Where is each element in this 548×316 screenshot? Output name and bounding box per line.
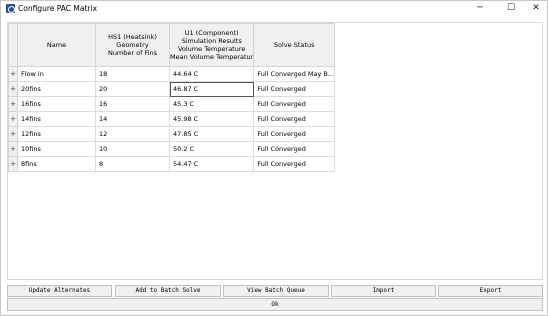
- column-header-name[interactable]: Name: [17, 23, 96, 67]
- cell-solve-status[interactable]: Full Converged: [253, 156, 336, 172]
- column-header-solve-status[interactable]: Solve Status: [253, 23, 336, 67]
- pac-matrix-table: Name HS1 (Heatsink) Geometry Number of F…: [8, 23, 336, 172]
- table-row[interactable]: + 10fins 10 50.2 C Full Converged: [8, 141, 336, 157]
- cell-number-of-fins[interactable]: 10: [95, 141, 170, 157]
- expand-row-icon[interactable]: +: [8, 141, 18, 157]
- hs1-header-line: Geometry: [116, 41, 149, 49]
- cell-volume-temperature[interactable]: 45.3 C: [168, 96, 255, 112]
- cell-solve-status[interactable]: Full Converged May B...: [253, 66, 336, 82]
- close-icon[interactable]: ✕: [523, 1, 548, 16]
- cell-name[interactable]: Flow in: [17, 66, 96, 82]
- cell-solve-status[interactable]: Full Converged: [253, 96, 336, 112]
- u1-header-line: Mean Volume Temperatur: [170, 53, 254, 61]
- action-button-bar: Update Alternates Add to Batch Solve Vie…: [7, 285, 543, 297]
- expand-row-icon[interactable]: +: [8, 156, 18, 172]
- hs1-header-line: Number of Fins: [107, 49, 158, 57]
- table-row[interactable]: + 16fins 16 45.3 C Full Converged: [8, 96, 336, 112]
- cell-name[interactable]: 12fins: [17, 126, 96, 142]
- window-title: Configure PAC Matrix: [18, 4, 98, 13]
- cell-number-of-fins[interactable]: 16: [95, 96, 170, 112]
- add-to-batch-solve-button[interactable]: Add to Batch Solve: [115, 285, 221, 297]
- cell-volume-temperature-selected[interactable]: 46.87 C: [168, 81, 255, 97]
- expand-row-icon[interactable]: +: [8, 111, 18, 127]
- cell-number-of-fins[interactable]: 8: [95, 156, 170, 172]
- cell-volume-temperature[interactable]: 54.47 C: [168, 156, 255, 172]
- u1-header-line: Simulation Results: [181, 37, 242, 45]
- title-bar: Configure PAC Matrix ─ ☐ ✕: [1, 1, 547, 17]
- cell-name[interactable]: 14fins: [17, 111, 96, 127]
- cell-name[interactable]: 20fins: [17, 81, 96, 97]
- cell-solve-status[interactable]: Full Converged: [253, 81, 336, 97]
- maximize-icon[interactable]: ☐: [498, 1, 524, 16]
- cell-volume-temperature[interactable]: 47.85 C: [168, 126, 255, 142]
- ok-button[interactable]: Ok: [7, 298, 543, 311]
- u1-header-line: U1 (Component): [184, 29, 239, 37]
- cell-number-of-fins[interactable]: 14: [95, 111, 170, 127]
- cell-number-of-fins[interactable]: 18: [95, 66, 170, 82]
- cell-number-of-fins[interactable]: 12: [95, 126, 170, 142]
- app-icon: [6, 4, 15, 13]
- import-button[interactable]: Import: [331, 285, 436, 297]
- cell-name[interactable]: 16fins: [17, 96, 96, 112]
- table-row[interactable]: + 8fins 8 54.47 C Full Converged: [8, 156, 336, 172]
- expand-row-icon[interactable]: +: [8, 96, 18, 112]
- export-button[interactable]: Export: [438, 285, 543, 297]
- table-row[interactable]: + Flow in 18 44.64 C Full Converged May …: [8, 66, 336, 82]
- cell-solve-status[interactable]: Full Converged: [253, 111, 336, 127]
- column-header-number-of-fins[interactable]: HS1 (Heatsink) Geometry Number of Fins: [95, 23, 170, 67]
- cell-number-of-fins[interactable]: 20: [95, 81, 170, 97]
- configure-pac-matrix-window: Configure PAC Matrix ─ ☐ ✕ Name HS1 (Hea…: [0, 0, 548, 316]
- cell-solve-status[interactable]: Full Converged: [253, 126, 336, 142]
- table-row[interactable]: + 12fins 12 47.85 C Full Converged: [8, 126, 336, 142]
- update-alternates-button[interactable]: Update Alternates: [7, 285, 112, 297]
- pac-matrix-grid[interactable]: Name HS1 (Heatsink) Geometry Number of F…: [7, 22, 543, 280]
- minimize-icon[interactable]: ─: [467, 1, 493, 16]
- hs1-header-line: HS1 (Heatsink): [108, 33, 157, 41]
- cell-name[interactable]: 10fins: [17, 141, 96, 157]
- cell-solve-status[interactable]: Full Converged: [253, 141, 336, 157]
- expand-row-icon[interactable]: +: [8, 66, 18, 82]
- expand-row-icon[interactable]: +: [8, 81, 18, 97]
- cell-name[interactable]: 8fins: [17, 156, 96, 172]
- view-batch-queue-button[interactable]: View Batch Queue: [223, 285, 329, 297]
- column-header-volume-temperature[interactable]: U1 (Component) Simulation Results Volume…: [168, 23, 255, 67]
- row-header-corner: [8, 23, 18, 67]
- cell-volume-temperature[interactable]: 50.2 C: [168, 141, 255, 157]
- u1-header-line: Volume Temperature: [177, 45, 246, 53]
- table-row[interactable]: + 14fins 14 45.98 C Full Converged: [8, 111, 336, 127]
- table-row[interactable]: + 20fins 20 46.87 C Full Converged: [8, 81, 336, 97]
- cell-volume-temperature[interactable]: 44.64 C: [168, 66, 255, 82]
- cell-volume-temperature[interactable]: 45.98 C: [168, 111, 255, 127]
- expand-row-icon[interactable]: +: [8, 126, 18, 142]
